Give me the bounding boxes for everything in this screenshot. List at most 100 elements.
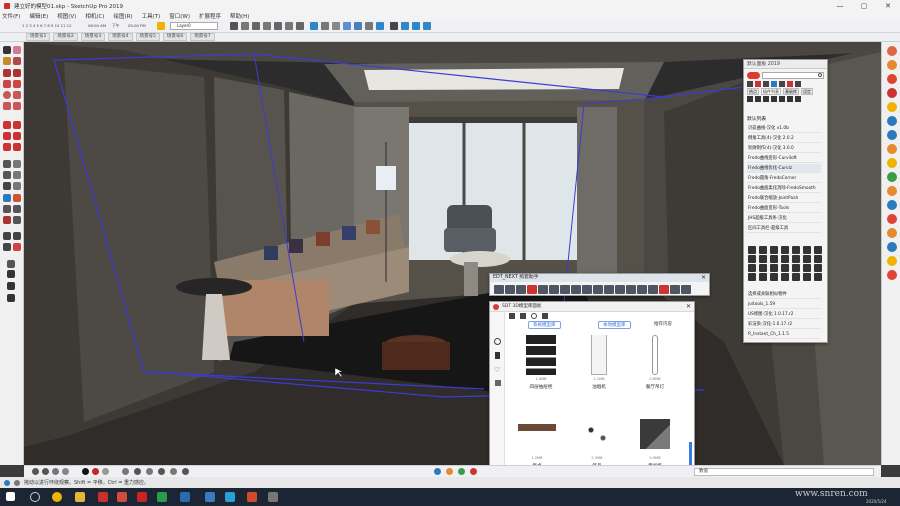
library-refresh-icon[interactable] [531,313,537,319]
extension-icon-14[interactable] [887,228,897,238]
plugin-list-item[interactable]: 选择或关联相似物件 [747,290,821,299]
tray-tool-icon-2[interactable] [755,81,761,87]
pan-icon[interactable] [13,194,21,202]
textured-icon[interactable] [354,22,362,30]
plugin-list-item[interactable]: 倒角工具(4)-汉化 2.0.2 [747,134,821,143]
grid-icon[interactable] [759,264,767,272]
tag-icon[interactable] [495,380,501,386]
hidden-line-icon[interactable] [332,22,340,30]
tab-hot[interactable]: 热点 [747,88,759,95]
extension-icon-4[interactable] [887,88,897,98]
tray-tool-icon-8[interactable] [747,96,753,102]
menu-tools[interactable]: 工具(T) [142,12,161,20]
grid-icon[interactable] [781,255,789,263]
search-icon[interactable] [818,73,822,77]
chrome-icon[interactable] [52,492,62,502]
close-icon[interactable]: ✕ [686,303,691,310]
edt-tool-icon[interactable] [538,285,548,294]
sketchup-icon[interactable] [98,492,108,502]
edt-tool-icon[interactable] [593,285,603,294]
bottom-tool-icon[interactable] [42,468,49,475]
rotate-tool-icon[interactable] [3,132,11,140]
extension-icon-3[interactable] [887,74,897,84]
bottom-tool-icon[interactable] [62,468,69,475]
scale-icon[interactable] [412,22,420,30]
menu-draw[interactable]: 绘图(R) [113,12,132,20]
plugin-list-item[interactable]: Fredo联合缩放-JointPush [747,194,821,203]
app-icon[interactable] [117,492,127,502]
grid-icon[interactable] [792,255,800,263]
plugin-list-item[interactable]: Fredo曲面变形-Tools [747,204,821,213]
layer-dropdown[interactable]: Layer0 [170,22,218,30]
rectangle-icon[interactable] [3,80,11,88]
plugin-list-item[interactable]: 区间工具栏-超级工具 [747,224,821,233]
tab-settings[interactable]: 设定 [801,88,813,95]
walk-icon[interactable] [13,232,21,240]
view-left-icon[interactable] [296,22,304,30]
tab-plugin-list[interactable]: 插件列表 [761,88,781,95]
push-pull-icon[interactable] [13,121,21,129]
offset-tool-icon[interactable] [13,143,21,151]
grid-icon[interactable] [792,264,800,272]
menu-camera[interactable]: 相机(C) [85,12,104,20]
library-nav-icon-1[interactable] [509,313,515,319]
grid-icon[interactable] [748,255,756,263]
edt-tool-icon[interactable] [681,285,691,294]
plugin-list-item[interactable]: Fredo圆角-FredoCorner [747,174,821,183]
edt-tool-icon[interactable] [659,285,669,294]
bottom-tool-icon[interactable] [32,468,39,475]
library-item[interactable]: 0.8MB 餐厅吊灯 [634,335,676,393]
grid-icon[interactable] [748,273,756,281]
library-nav-icon-3[interactable] [542,313,548,319]
position-camera-icon[interactable] [3,232,11,240]
heart-icon[interactable]: ♡ [494,366,500,374]
edt-tool-icon[interactable] [626,285,636,294]
orbit-icon[interactable] [3,194,11,202]
xray-icon[interactable] [310,22,318,30]
toggle-switch-icon[interactable] [747,72,760,79]
edt-tool-icon[interactable] [571,285,581,294]
grid-icon[interactable] [814,264,822,272]
grid-icon[interactable] [759,246,767,254]
previous-view-icon[interactable] [13,216,21,224]
windows-start-icon[interactable] [6,492,15,501]
bottom-tool-icon[interactable] [102,468,109,475]
plugin-list-item[interactable]: Fredo曲线优化-Curviz [747,164,821,173]
view-top-icon[interactable] [252,22,260,30]
freehand-icon[interactable] [13,69,21,77]
minimize-button[interactable]: — [828,0,852,11]
edt-tool-icon[interactable] [637,285,647,294]
plugin-list-item[interactable]: R_Instant_Ch_1.1.5 [747,330,821,339]
extension-icon-5[interactable] [887,102,897,112]
offset-icon[interactable] [423,22,431,30]
follow-me-icon[interactable] [13,132,21,140]
grid-icon[interactable] [781,273,789,281]
tab-recommended[interactable]: 推荐内容 [650,321,676,329]
bottom-tool-icon[interactable] [122,468,129,475]
grid-icon[interactable] [748,246,756,254]
grid-icon[interactable] [770,255,778,263]
bottom-tool-icon[interactable] [182,468,189,475]
extension-icon-12[interactable] [887,200,897,210]
edt-tool-icon[interactable] [527,285,537,294]
scene-tab-6[interactable]: 场景号6 [162,33,188,41]
shaded-icon[interactable] [343,22,351,30]
pie-icon[interactable] [13,102,21,110]
bottom-tool-icon[interactable] [170,468,177,475]
move-icon[interactable] [390,22,398,30]
grid-icon[interactable] [803,255,811,263]
polygon-icon[interactable] [13,91,21,99]
tab-system-library[interactable]: 系统模型库 [528,321,561,329]
menu-file[interactable]: 文件(F) [2,12,20,20]
wireframe-icon[interactable] [321,22,329,30]
tape-measure-icon[interactable] [3,160,11,168]
scene-tab-5[interactable]: 场景号5 [135,33,160,41]
paint-bucket-icon[interactable] [13,57,21,65]
measurements-box[interactable]: 数值 [694,468,874,476]
bottom-tool-icon[interactable] [134,468,141,475]
extension-icon-2[interactable] [887,60,897,70]
zoom-icon[interactable] [3,205,11,213]
view-right-icon[interactable] [274,22,282,30]
scene-number-ruler[interactable]: 1 2 3 4 5 6 7 8 9 10 11 12 [22,23,72,28]
close-button[interactable]: ✕ [876,0,900,11]
